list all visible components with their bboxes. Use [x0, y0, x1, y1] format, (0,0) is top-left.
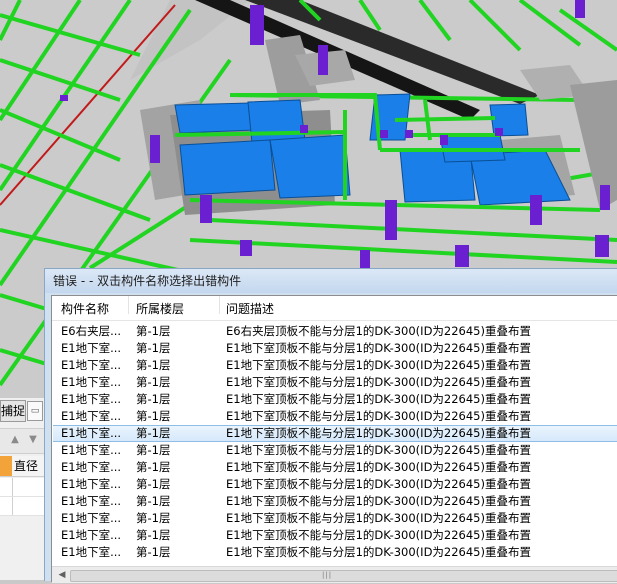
scrollbar-grip-icon: |||: [322, 571, 333, 579]
row-floor: 第-1层: [136, 511, 171, 525]
scrollbar-thumb[interactable]: [70, 570, 617, 582]
dialog-titlebar[interactable]: 错误 - - 双击构件名称选择出错构件: [45, 269, 617, 293]
row-component-name: E1地下室...: [61, 375, 122, 389]
table-row[interactable]: E1地下室... 第-1层 E1地下室顶板不能与分层1的DK-300(ID为2264…: [53, 357, 617, 374]
diameter-header-label: 直径: [14, 459, 39, 473]
slab: [179, 139, 276, 196]
left-list-row[interactable]: [0, 478, 44, 497]
row-floor: 第-1层: [136, 545, 171, 559]
row-component-name: E1地下室...: [61, 443, 122, 457]
row-floor: 第-1层: [136, 528, 171, 542]
row-floor: 第-1层: [136, 443, 171, 457]
row-floor: 第-1层: [136, 494, 171, 508]
row-description: E1地下室顶板不能与分层1的DK-300(ID为22645)重叠布置: [226, 358, 531, 372]
row-component-name: E1地下室...: [61, 460, 122, 474]
row-component-name: E1地下室...: [61, 477, 122, 491]
row-component-name: E1地下室...: [61, 341, 122, 355]
row-component-name: E1地下室...: [61, 494, 122, 508]
left-panel-toolbar: ▲ ▼: [0, 428, 44, 454]
table-row[interactable]: E1地下室... 第-1层 E1地下室顶板不能与分层1的DK-300(ID为2264…: [53, 340, 617, 357]
row-description: E1地下室顶板不能与分层1的DK-300(ID为22645)重叠布置: [226, 545, 531, 559]
row-component-name: E6右夹层...: [61, 324, 122, 338]
row-description: E1地下室顶板不能与分层1的DK-300(ID为22645)重叠布置: [226, 494, 531, 508]
row-floor: 第-1层: [136, 341, 171, 355]
row-description: E6右夹层顶板不能与分层1的DK-300(ID为22645)重叠布置: [226, 324, 531, 338]
error-dialog: 错误 - - 双击构件名称选择出错构件 构件名称 所属楼层 问题描述 E6右夹层…: [44, 268, 617, 583]
row-description: E1地下室顶板不能与分层1的DK-300(ID为22645)重叠布置: [226, 409, 531, 423]
row-description: E1地下室顶板不能与分层1的DK-300(ID为22645)重叠布置: [226, 528, 531, 542]
row-component-name: E1地下室...: [61, 392, 122, 406]
row-component-name: E1地下室...: [61, 511, 122, 525]
row-component-name: E1地下室...: [61, 426, 122, 440]
error-list-header: 构件名称 所属楼层 问题描述: [52, 296, 617, 321]
row-description: E1地下室顶板不能与分层1的DK-300(ID为22645)重叠布置: [226, 392, 531, 406]
column-header-name[interactable]: 构件名称: [61, 296, 109, 322]
table-row[interactable]: E1地下室... 第-1层 E1地下室顶板不能与分层1的DK-300(ID为2264…: [53, 408, 617, 425]
row-description: E1地下室顶板不能与分层1的DK-300(ID为22645)重叠布置: [226, 477, 531, 491]
panel-options-button[interactable]: ▭: [27, 401, 43, 421]
row-description: E1地下室顶板不能与分层1的DK-300(ID为22645)重叠布置: [226, 511, 531, 525]
row-floor: 第-1层: [136, 409, 171, 423]
row-description: E1地下室顶板不能与分层1的DK-300(ID为22645)重叠布置: [226, 341, 531, 355]
table-row[interactable]: E1地下室... 第-1层 E1地下室顶板不能与分层1的DK-300(ID为2264…: [53, 442, 617, 459]
column-header-description[interactable]: 问题描述: [226, 296, 274, 322]
header-marker: [0, 456, 12, 476]
row-floor: 第-1层: [136, 375, 171, 389]
row-component-name: E1地下室...: [61, 545, 122, 559]
row-description: E1地下室顶板不能与分层1的DK-300(ID为22645)重叠布置: [226, 426, 531, 440]
left-side-panel: 捕捉 ▭ ▲ ▼ 直径: [0, 398, 45, 580]
horizontal-scrollbar[interactable]: ◀ |||: [52, 566, 617, 583]
table-row[interactable]: E1地下室... 第-1层 E1地下室顶板不能与分层1的DK-300(ID为2264…: [53, 476, 617, 493]
row-floor: 第-1层: [136, 392, 171, 406]
error-list: 构件名称 所属楼层 问题描述 E6右夹层... 第-1层 E6右夹层顶板不能与分层1…: [51, 295, 617, 583]
slab: [247, 99, 306, 144]
table-row[interactable]: E1地下室... 第-1层 E1地下室顶板不能与分层1的DK-300(ID为2264…: [53, 510, 617, 527]
row-floor: 第-1层: [136, 426, 171, 440]
row-floor: 第-1层: [136, 324, 171, 338]
slab: [269, 134, 351, 199]
diameter-column-header: 直径: [0, 456, 44, 477]
down-arrow-icon[interactable]: ▼: [26, 433, 40, 447]
table-row[interactable]: E1地下室... 第-1层 E1地下室顶板不能与分层1的DK-300(ID为2264…: [53, 493, 617, 510]
table-row[interactable]: E1地下室... 第-1层 E1地下室顶板不能与分层1的DK-300(ID为2264…: [53, 391, 617, 408]
scroll-left-icon[interactable]: ◀: [56, 569, 68, 581]
table-row[interactable]: E1地下室... 第-1层 E1地下室顶板不能与分层1的DK-300(ID为2264…: [53, 544, 617, 561]
capture-toggle[interactable]: 捕捉: [0, 400, 26, 422]
row-floor: 第-1层: [136, 358, 171, 372]
row-description: E1地下室顶板不能与分层1的DK-300(ID为22645)重叠布置: [226, 375, 531, 389]
slab: [174, 102, 256, 134]
row-component-name: E1地下室...: [61, 528, 122, 542]
table-row[interactable]: E1地下室... 第-1层 E1地下室顶板不能与分层1的DK-300(ID为2264…: [53, 459, 617, 476]
row-description: E1地下室顶板不能与分层1的DK-300(ID为22645)重叠布置: [226, 443, 531, 457]
column-header-floor[interactable]: 所属楼层: [136, 296, 184, 322]
table-row[interactable]: E1地下室... 第-1层 E1地下室顶板不能与分层1的DK-300(ID为2264…: [53, 527, 617, 544]
up-arrow-icon[interactable]: ▲: [8, 433, 22, 447]
table-row[interactable]: E1地下室... 第-1层 E1地下室顶板不能与分层1的DK-300(ID为2264…: [53, 425, 617, 442]
row-component-name: E1地下室...: [61, 358, 122, 372]
dialog-title: 错误 - - 双击构件名称选择出错构件: [53, 274, 242, 288]
table-row[interactable]: E1地下室... 第-1层 E1地下室顶板不能与分层1的DK-300(ID为2264…: [53, 374, 617, 391]
row-floor: 第-1层: [136, 477, 171, 491]
row-component-name: E1地下室...: [61, 409, 122, 423]
left-list-row[interactable]: [0, 497, 44, 516]
row-floor: 第-1层: [136, 460, 171, 474]
table-row[interactable]: E6右夹层... 第-1层 E6右夹层顶板不能与分层1的DK-300(ID为2264…: [53, 323, 617, 340]
row-description: E1地下室顶板不能与分层1的DK-300(ID为22645)重叠布置: [226, 460, 531, 474]
